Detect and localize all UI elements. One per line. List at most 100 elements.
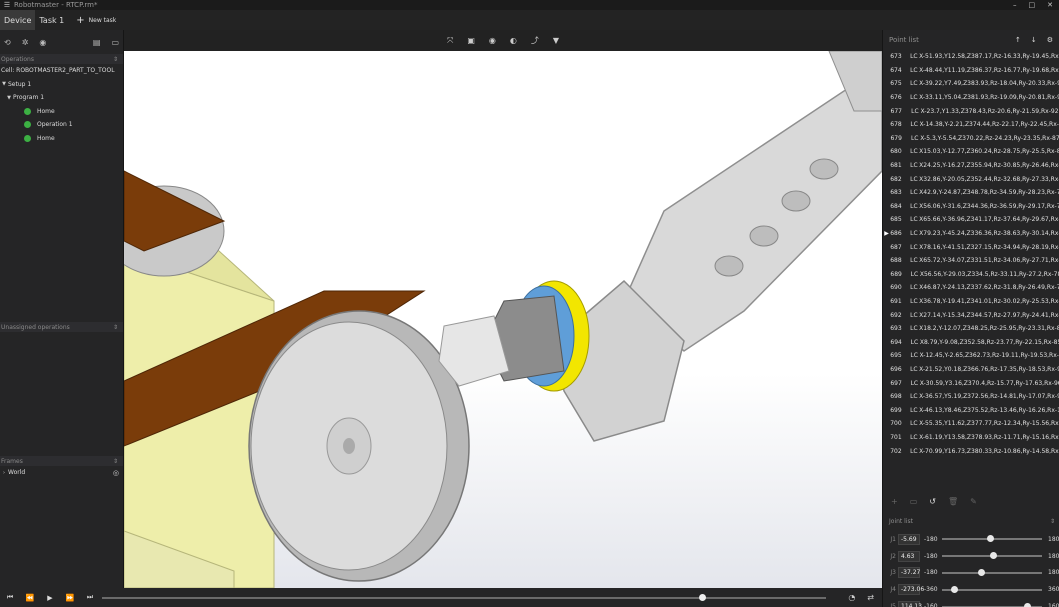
visibility-eye-icon[interactable]: ◉ <box>489 36 496 45</box>
point-row[interactable]: 679 LC X-5.3,Y-5.54,Z370.22,Rz-24.23,Ry-23… <box>883 132 1059 146</box>
point-coordinates: X-21.52,Y0.18,Z366.76,Rz-17.35,Ry-18.53,… <box>919 365 1059 373</box>
caret-down-icon[interactable]: ▼ <box>5 95 13 101</box>
timeline-thumb[interactable] <box>699 593 707 601</box>
move-down-icon[interactable]: ↓ <box>1031 36 1037 44</box>
rewind-icon[interactable]: ⏪ <box>20 594 40 602</box>
3d-viewport[interactable] <box>124 51 882 588</box>
point-row[interactable]: 687 LC X78.16,Y-41.51,Z327.15,Rz-34.94,Ry-… <box>883 240 1059 254</box>
timeline-slider[interactable] <box>102 593 826 602</box>
point-row[interactable]: 673 LC X-51.93,Y12.58,Z387.17,Rz-16.33,Ry-… <box>883 50 1059 64</box>
unassigned-resize-icon[interactable]: ⇕ <box>113 324 122 331</box>
skip-start-icon[interactable]: ⏮ <box>0 593 20 602</box>
settings-gear-icon[interactable]: ⚙ <box>1047 36 1053 44</box>
point-row[interactable]: ▶ 686 LC X79.23,Y-45.24,Z336.36,Rz-38.63,Ry… <box>883 227 1059 241</box>
visibility-icon[interactable]: ◎ <box>113 469 123 477</box>
point-row[interactable]: 694 LC X8.79,Y-9.08,Z352.58,Rz-23.77,Ry-22… <box>883 335 1059 349</box>
point-row[interactable]: 691 LC X36.78,Y-19.41,Z341.01,Rz-30.02,Ry-… <box>883 295 1059 309</box>
point-row[interactable]: 702 LC X-70.99,Y16.73,Z380.33,Rz-10.86,Ry-… <box>883 444 1059 458</box>
point-row[interactable]: 676 LC X-33.11,Y5.04,Z381.93,Rz-19.09,Ry-2… <box>883 91 1059 105</box>
joint-value-input[interactable]: -273.06 <box>898 584 924 596</box>
point-row[interactable]: 680 LC X15.03,Y-12.77,Z360.24,Rz-28.75,Ry-… <box>883 145 1059 159</box>
tab-task-1[interactable]: Task 1 <box>35 10 68 30</box>
operation-item[interactable]: Home <box>0 105 123 119</box>
view-cube-icon[interactable]: ▣ <box>467 36 475 45</box>
document-icon[interactable]: ▤ <box>93 38 101 47</box>
point-row[interactable]: 697 LC X-30.59,Y3.16,Z370.4,Rz-15.77,Ry-17… <box>883 376 1059 390</box>
point-row[interactable]: 688 LC X65.72,Y-34.07,Z331.51,Rz-34.06,Ry-… <box>883 254 1059 268</box>
point-row[interactable]: 698 LC X-36.57,Y5.19,Z372.56,Rz-14.81,Ry-1… <box>883 390 1059 404</box>
point-row[interactable]: 675 LC X-39.22,Y7.49,Z383.93,Rz-18.04,Ry-2… <box>883 77 1059 91</box>
monitor-icon[interactable]: ▭ <box>111 38 119 47</box>
edit-point-icon[interactable]: ✎ <box>970 497 977 506</box>
joint-slider-thumb[interactable] <box>978 568 986 576</box>
cell-row[interactable]: Cell: ROBOTMASTER2_PART_TO_TOOL <box>0 64 123 78</box>
point-row[interactable]: 681 LC X24.25,Y-16.27,Z355.94,Rz-30.85,Ry-… <box>883 159 1059 173</box>
point-row[interactable]: 677 LC X-23.7,Y1.33,Z378.43,Rz-20.6,Ry-21.… <box>883 104 1059 118</box>
point-row[interactable]: 674 LC X-48.44,Y11.19,Z386.37,Rz-16.77,Ry-… <box>883 64 1059 78</box>
joint-list-resize-icon[interactable]: ⇕ <box>1050 518 1055 525</box>
undo-icon[interactable]: ↺ <box>929 497 936 506</box>
maximize-icon[interactable]: □ <box>1029 1 1036 9</box>
point-list[interactable]: 673 LC X-51.93,Y12.58,Z387.17,Rz-16.33,Ry-… <box>883 50 1059 486</box>
operations-resize-icon[interactable]: ⇕ <box>113 56 122 63</box>
point-row[interactable]: 678 LC X-14.38,Y-2.21,Z374.44,Rz-22.17,Ry-… <box>883 118 1059 132</box>
joint-value-input[interactable]: -5.69 <box>898 533 920 545</box>
joint-slider[interactable] <box>942 552 1042 560</box>
point-row[interactable]: 683 LC X42.9,Y-24.87,Z348.78,Rz-34.59,Ry-2… <box>883 186 1059 200</box>
play-icon[interactable]: ▶ <box>40 594 60 602</box>
operation-item[interactable]: Operation 1 <box>0 118 123 132</box>
robot-tool-icon[interactable]: ✲ <box>22 38 29 47</box>
program-row[interactable]: ▼ Program 1 <box>0 91 123 105</box>
joint-value-input[interactable]: 114.13 <box>898 601 922 607</box>
new-task-button[interactable]: + New task <box>68 10 120 30</box>
point-row[interactable]: 690 LC X46.87,Y-24.13,Z337.62,Rz-31.8,Ry-2… <box>883 281 1059 295</box>
target-tool-icon[interactable]: ◉ <box>39 38 46 47</box>
setup-row[interactable]: ▼ Setup 1 <box>0 78 123 92</box>
filter-icon[interactable]: ▼ <box>553 36 559 45</box>
point-row[interactable]: 692 LC X27.14,Y-15.34,Z344.57,Rz-27.97,Ry-… <box>883 308 1059 322</box>
point-row[interactable]: 684 LC X56.06,Y-31.6,Z344.36,Rz-36.59,Ry-2… <box>883 200 1059 214</box>
point-coordinates: X15.03,Y-12.77,Z360.24,Rz-28.75,Ry-25.5,… <box>919 148 1059 156</box>
move-up-icon[interactable]: ↑ <box>1015 36 1021 44</box>
point-row[interactable]: 685 LC X65.66,Y-36.96,Z341.17,Rz-37.64,Ry-… <box>883 213 1059 227</box>
joint-slider[interactable] <box>942 585 1042 594</box>
add-point-icon[interactable]: + <box>891 497 898 506</box>
joint-slider-thumb[interactable] <box>1024 602 1032 607</box>
joint-slider[interactable] <box>942 535 1042 543</box>
point-number: 701 <box>890 433 902 441</box>
joint-slider[interactable] <box>942 568 1042 577</box>
point-row[interactable]: 695 LC X-12.45,Y-2.65,Z362.73,Rz-19.11,Ry-… <box>883 349 1059 363</box>
hamburger-menu-icon[interactable]: ☰ <box>0 1 14 9</box>
joint-value-input[interactable]: 4.63 <box>898 550 920 562</box>
cell-tool-icon[interactable]: ⟲ <box>4 38 11 47</box>
point-row[interactable]: 696 LC X-21.52,Y0.18,Z366.76,Rz-17.35,Ry-1… <box>883 363 1059 377</box>
operation-item[interactable]: Home <box>0 132 123 146</box>
fast-forward-icon[interactable]: ⏩ <box>60 594 80 602</box>
minimize-icon[interactable]: – <box>1013 1 1017 9</box>
joint-slider-thumb[interactable] <box>950 585 958 593</box>
point-row[interactable]: 700 LC X-55.35,Y11.62,Z377.77,Rz-12.34,Ry-… <box>883 417 1059 431</box>
joint-slider[interactable] <box>942 602 1042 607</box>
joint-slider-thumb[interactable] <box>989 552 997 560</box>
fit-view-icon[interactable]: ⤧ <box>447 36 453 46</box>
frames-resize-icon[interactable]: ⇕ <box>113 458 122 465</box>
loop-icon[interactable]: ⇄ <box>867 593 874 602</box>
skip-end-icon[interactable]: ⏭ <box>80 593 100 602</box>
point-row[interactable]: 701 LC X-61.19,Y13.58,Z378.93,Rz-11.71,Ry-… <box>883 431 1059 445</box>
point-row[interactable]: 682 LC X32.86,Y-20.05,Z352.44,Rz-32.68,Ry-… <box>883 172 1059 186</box>
delete-point-icon[interactable]: 🗑 <box>948 497 958 506</box>
caret-down-icon[interactable]: ▼ <box>0 81 8 87</box>
frame-item[interactable]: › World ◎ <box>0 466 123 480</box>
copy-point-icon[interactable]: ▭ <box>910 497 918 506</box>
shading-icon[interactable]: ◐ <box>510 36 517 45</box>
joint-value-input[interactable]: -37.27 <box>898 567 920 579</box>
close-icon[interactable]: ✕ <box>1047 1 1053 9</box>
caret-right-icon[interactable]: › <box>0 470 8 476</box>
tab-device[interactable]: Device <box>0 10 36 30</box>
point-row[interactable]: 689 LC X56.56,Y-29.03,Z334.5,Rz-33.11,Ry-2… <box>883 268 1059 282</box>
path-icon[interactable]: ⤴ <box>531 35 539 46</box>
point-row[interactable]: 699 LC X-46.13,Y8.46,Z375.52,Rz-13.46,Ry-1… <box>883 403 1059 417</box>
speed-gauge-icon[interactable]: ◔ <box>848 593 855 602</box>
point-row[interactable]: 693 LC X18.2,Y-12.07,Z348.25,Rz-25.95,Ry-2… <box>883 322 1059 336</box>
joint-slider-thumb[interactable] <box>986 535 994 543</box>
